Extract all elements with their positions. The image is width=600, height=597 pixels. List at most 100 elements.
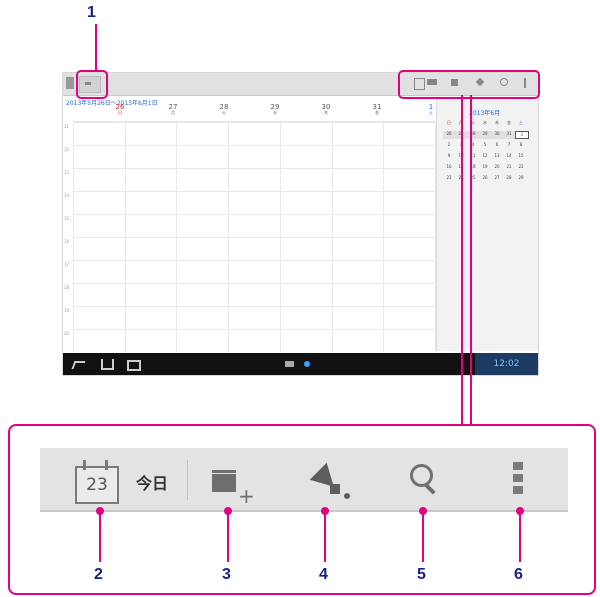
mini-calendar[interactable]: 2013年6月 日月火水木金土 262728293031123456789101… bbox=[436, 98, 538, 351]
mini-calendar-weekdays: 日月火水木金土 bbox=[443, 120, 527, 128]
status-clock: 12:02 bbox=[475, 353, 538, 375]
day-column-line bbox=[228, 122, 229, 352]
day-weekday: 水 bbox=[273, 110, 277, 115]
mini-calendar-day[interactable]: 1 bbox=[515, 131, 529, 139]
mini-calendar-day[interactable]: 26 bbox=[479, 175, 491, 183]
mini-calendar-day[interactable]: 29 bbox=[515, 175, 527, 183]
callout-3-dot bbox=[224, 507, 232, 515]
mini-calendar-day[interactable]: 28 bbox=[503, 175, 515, 183]
day-header[interactable]: 26 日 bbox=[113, 104, 127, 115]
toolbar-divider bbox=[187, 460, 188, 500]
day-header[interactable]: 28 火 bbox=[217, 104, 231, 115]
mini-weekday: 日 bbox=[447, 120, 451, 125]
mini-calendar-day[interactable]: 13 bbox=[491, 153, 503, 161]
mini-calendar-week: 16171819202122 bbox=[443, 164, 527, 172]
hour-line bbox=[73, 260, 435, 261]
recent-apps-icon[interactable] bbox=[127, 360, 141, 371]
callout-4-dot bbox=[321, 507, 329, 515]
day-header[interactable]: 1土 bbox=[424, 104, 438, 115]
today-label[interactable]: 今日 bbox=[136, 470, 168, 494]
hour-line bbox=[73, 191, 435, 192]
mini-calendar-day[interactable]: 25 bbox=[467, 175, 479, 183]
mini-calendar-day[interactable]: 19 bbox=[479, 164, 491, 172]
day-column-line bbox=[332, 122, 333, 352]
mini-calendar-day[interactable]: 18 bbox=[467, 164, 479, 172]
overflow-menu-icon[interactable] bbox=[513, 462, 523, 500]
search-handle bbox=[424, 483, 436, 495]
search-icon[interactable] bbox=[410, 464, 442, 498]
back-icon[interactable] bbox=[71, 361, 86, 369]
day-column-line bbox=[176, 122, 177, 352]
day-column-line bbox=[125, 122, 126, 352]
hour-line bbox=[73, 122, 435, 123]
mini-calendar-day[interactable]: 21 bbox=[503, 164, 515, 172]
hour-label: 12 bbox=[64, 147, 70, 152]
notification-icon bbox=[304, 361, 310, 367]
mini-calendar-day[interactable]: 4 bbox=[467, 142, 479, 150]
day-header[interactable]: 27 月 bbox=[166, 104, 180, 115]
callout-3-leader bbox=[227, 512, 229, 562]
mini-weekday: 水 bbox=[483, 120, 487, 125]
system-nav-bar: 12:02 bbox=[63, 353, 538, 375]
mini-calendar-day[interactable]: 11 bbox=[467, 153, 479, 161]
day-header[interactable]: 31 金 bbox=[370, 104, 384, 115]
new-event-body bbox=[212, 474, 236, 492]
mini-calendar-day[interactable]: 16 bbox=[443, 164, 455, 172]
hour-line bbox=[73, 214, 435, 215]
mini-calendar-day[interactable]: 29 bbox=[479, 131, 491, 139]
go-to-date-icon[interactable] bbox=[309, 462, 350, 500]
callout-6-leader bbox=[519, 512, 521, 562]
callout-1: 1 bbox=[87, 4, 96, 21]
day-header[interactable]: 29 水 bbox=[268, 104, 282, 115]
hour-label: 11 bbox=[64, 124, 70, 129]
hour-label: 13 bbox=[64, 170, 70, 175]
mini-calendar-day[interactable]: 22 bbox=[515, 164, 527, 172]
mini-calendar-day[interactable]: 15 bbox=[515, 153, 527, 161]
mini-calendar-day[interactable]: 20 bbox=[491, 164, 503, 172]
mini-calendar-day[interactable]: 2 bbox=[443, 142, 455, 150]
callout-2-leader bbox=[99, 512, 101, 562]
new-event-icon[interactable]: + bbox=[212, 466, 258, 506]
mini-calendar-day[interactable]: 7 bbox=[503, 142, 515, 150]
today-calendar-icon[interactable]: 23 bbox=[75, 460, 119, 504]
mini-calendar-week: 2345678 bbox=[443, 142, 527, 150]
day-column-line bbox=[73, 122, 74, 352]
day-header[interactable]: 30 木 bbox=[319, 104, 333, 115]
day-weekday: 金 bbox=[375, 110, 379, 115]
mini-calendar-day[interactable]: 5 bbox=[479, 142, 491, 150]
mini-calendar-day[interactable]: 31 bbox=[503, 131, 515, 139]
zoom-leader-left bbox=[461, 95, 463, 425]
menu-dot-1 bbox=[513, 462, 523, 470]
week-grid[interactable]: 11 12 13 14 15 16 17 18 19 20 bbox=[64, 121, 436, 352]
mini-calendar-day[interactable]: 14 bbox=[503, 153, 515, 161]
mini-calendar-day[interactable]: 30 bbox=[491, 131, 503, 139]
mini-calendar-title: 2013年6月 bbox=[469, 110, 501, 117]
mini-calendar-day[interactable]: 6 bbox=[491, 142, 503, 150]
callout-5-dot bbox=[419, 507, 427, 515]
mini-calendar-day[interactable]: 28 bbox=[467, 131, 479, 139]
hour-line bbox=[73, 237, 435, 238]
hour-line bbox=[73, 329, 435, 330]
plus-icon: + bbox=[238, 484, 255, 508]
day-column-line bbox=[383, 122, 384, 352]
mini-calendar-day[interactable]: 27 bbox=[491, 175, 503, 183]
mini-calendar-day[interactable]: 26 bbox=[443, 131, 455, 139]
mini-calendar-week: 2627282930311 bbox=[443, 131, 529, 139]
hour-label: 19 bbox=[64, 308, 70, 313]
mini-weekday: 木 bbox=[495, 120, 499, 125]
arrow-stem bbox=[330, 484, 340, 494]
hour-label: 17 bbox=[64, 262, 70, 267]
mini-calendar-day[interactable]: 23 bbox=[443, 175, 455, 183]
hour-label: 15 bbox=[64, 216, 70, 221]
home-icon[interactable] bbox=[101, 359, 114, 370]
date-range: 2013年5月26日～2013年6月1日 bbox=[66, 100, 158, 107]
mini-calendar-day[interactable]: 8 bbox=[515, 142, 527, 150]
toolbar-highlight bbox=[398, 70, 540, 99]
mini-calendar-day[interactable]: 12 bbox=[479, 153, 491, 161]
hour-label: 16 bbox=[64, 239, 70, 244]
mini-weekday: 火 bbox=[471, 120, 475, 125]
callout-6-dot bbox=[516, 507, 524, 515]
mini-calendar-day[interactable]: 9 bbox=[443, 153, 455, 161]
callout-2-dot bbox=[96, 507, 104, 515]
tablet-screenshot: 2013年5月26日～2013年6月1日 11 12 13 14 15 16 17 18 19 2… bbox=[62, 72, 539, 376]
